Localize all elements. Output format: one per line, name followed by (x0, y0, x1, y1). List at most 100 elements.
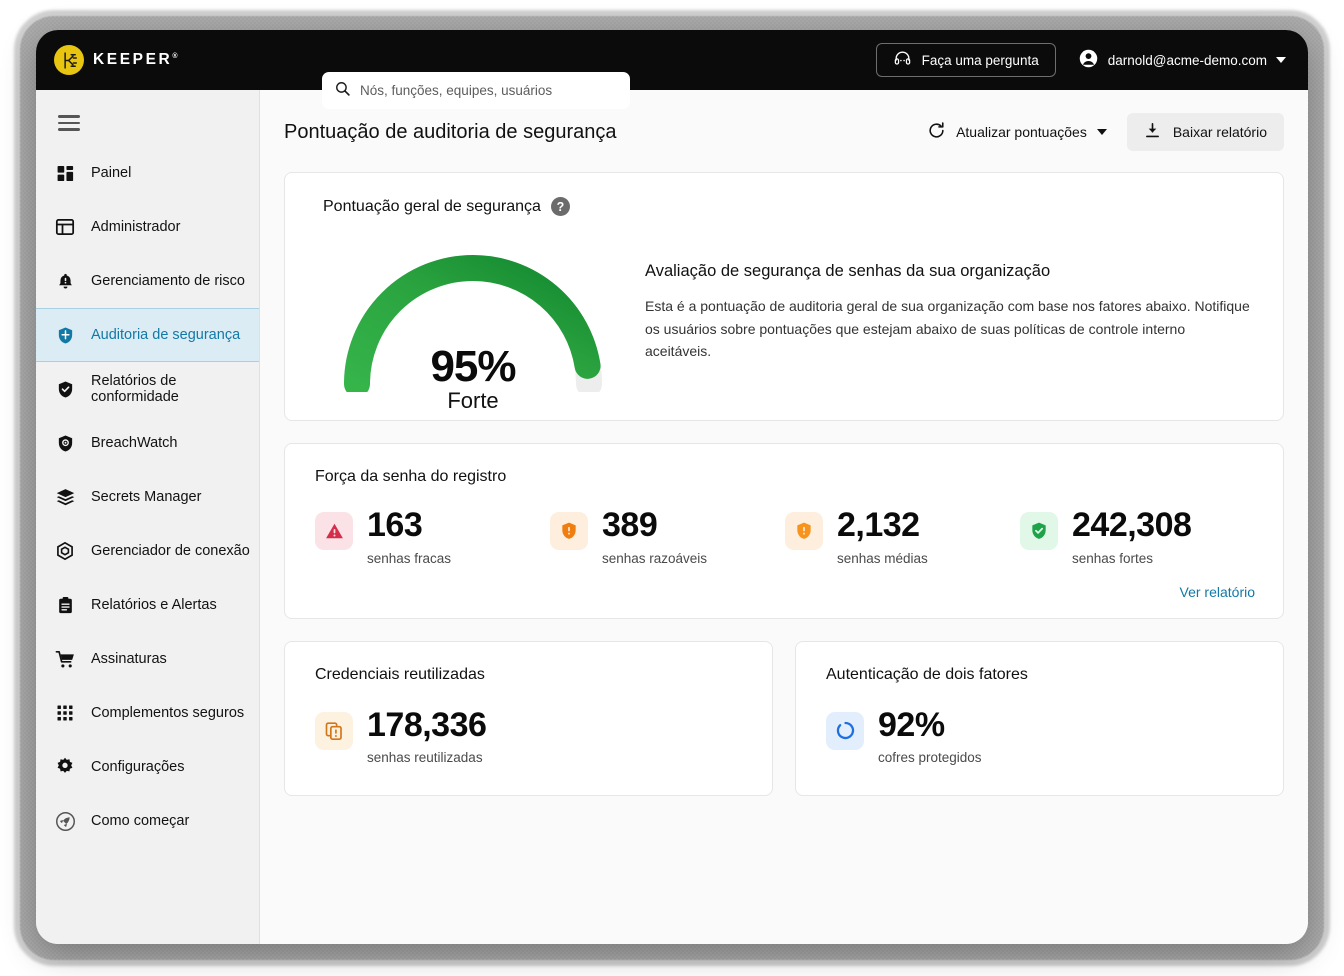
stat-value: 163 (367, 506, 423, 544)
clipboard-icon (54, 594, 76, 616)
sidebar-item-painel[interactable]: Painel (36, 146, 259, 200)
stat-label: senhas fortes (1072, 550, 1154, 566)
gauge-rating-label: Forte (447, 388, 499, 413)
sidebar-item-relatorios-de-conformidade[interactable]: Relatórios de conformidade (36, 362, 259, 416)
sidebar-item-label: Painel (91, 165, 132, 181)
sidebar-item-label: Relatórios de conformidade (91, 373, 179, 405)
reused-credentials-value: 178,336 (367, 705, 487, 744)
rocket-icon (54, 810, 76, 832)
page-header: Pontuação de auditoria de segurança Atua… (284, 112, 1284, 152)
gauge-percent-value: 95% (430, 342, 516, 391)
download-report-button[interactable]: Baixar relatório (1126, 113, 1284, 151)
two-factor-label: cofres protegidos (878, 750, 982, 766)
sidebar-item-secrets-manager[interactable]: Secrets Manager (36, 470, 259, 524)
help-icon[interactable]: ? (550, 197, 570, 216)
sidebar-item-label: Configurações (91, 759, 185, 775)
sidebar-item-label: Assinaturas (91, 651, 167, 667)
sidebar-collapse-toggle[interactable] (46, 100, 92, 146)
gear-icon (54, 756, 76, 778)
user-avatar-icon (1078, 48, 1099, 72)
search-icon (334, 80, 351, 102)
shield-check-icon (54, 378, 76, 400)
refresh-icon (927, 121, 946, 143)
two-factor-body: 92% cofres protegidos (826, 705, 1255, 766)
chevron-down-icon (1096, 129, 1107, 135)
layers-icon (54, 486, 76, 508)
dashboard-icon (54, 162, 76, 184)
refresh-scores-label: Atualizar pontuações (956, 124, 1087, 140)
window-body: Painel Administrador Gerenciamento de ri… (36, 90, 1308, 944)
sidebar-item-label: Como começar (91, 813, 190, 829)
shield-exclamation-icon (550, 512, 588, 550)
sidebar-item-administrador[interactable]: Administrador (36, 200, 259, 254)
sidebar-item-gerenciamento-de-risco[interactable]: Gerenciamento de risco (36, 254, 259, 308)
overall-score-header: Pontuação geral de segurança ? (323, 197, 1251, 216)
overall-score-title: Pontuação geral de segurança (323, 197, 541, 215)
shield-eye-icon (54, 432, 76, 454)
bottom-cards-row: Credenciais reutilizadas 178,336 senhas … (284, 640, 1284, 819)
overall-score-description-block: Avaliação de segurança de senhas da sua … (623, 224, 1251, 363)
sidebar-item-configuracoes[interactable]: Configurações (36, 740, 259, 794)
admin-panel-icon (54, 216, 76, 238)
account-menu[interactable]: darnold@acme-demo.com (1078, 48, 1286, 72)
stat-value: 389 (602, 506, 658, 544)
sidebar-item-auditoria-de-seguranca[interactable]: Auditoria de segurança (36, 308, 259, 362)
sidebar-item-breachwatch[interactable]: BreachWatch (36, 416, 259, 470)
copy-exclamation-icon (315, 711, 353, 750)
stat-label: senhas razoáveis (602, 550, 708, 566)
stat-label: senhas fracas (367, 550, 452, 566)
view-report-link[interactable]: Ver relatório (315, 584, 1255, 600)
reused-credentials-card: Credenciais reutilizadas 178,336 senhas … (284, 640, 773, 797)
account-email-label: darnold@acme-demo.com (1107, 52, 1267, 68)
page-header-actions: Atualizar pontuações Baixar relatório (927, 113, 1284, 151)
stat-strong-passwords: 242,308 senhas fortes (1020, 506, 1255, 566)
reused-credentials-label: senhas reutilizadas (367, 750, 483, 766)
gauge-center-labels: 95% Forte (323, 342, 623, 414)
overall-security-score-card: Pontuação geral de segurança ? 95% Forte… (284, 172, 1284, 421)
sidebar-item-label: Gerenciador de conexão (91, 543, 250, 559)
stat-value: 2,132 (837, 506, 920, 544)
sidebar-item-label: Administrador (91, 219, 181, 235)
shield-icon (54, 324, 76, 346)
refresh-scores-button[interactable]: Atualizar pontuações (927, 121, 1107, 143)
sidebar-item-label: Relatórios e Alertas (91, 597, 217, 613)
cart-icon (54, 648, 76, 670)
sidebar-item-label: Complementos seguros (91, 705, 245, 721)
sidebar-item-label: Auditoria de segurança (91, 327, 241, 343)
shield-check-icon (1020, 512, 1058, 550)
reused-credentials-title: Credenciais reutilizadas (315, 665, 485, 683)
sidebar-item-como-comecar[interactable]: Como começar (36, 794, 259, 848)
support-agent-icon (893, 49, 912, 71)
overall-score-description: Esta é a pontuação de auditoria geral de… (645, 298, 1250, 360)
shield-exclamation-icon (785, 512, 823, 550)
two-factor-value: 92% (878, 705, 945, 744)
sidebar-item-gerenciador-de-conexao[interactable]: Gerenciador de conexão (36, 524, 259, 578)
overall-score-heading: Avaliação de segurança de senhas da sua … (645, 262, 1051, 280)
desktop-background: KEEPER® Nós, funções, equipes, usuários … (0, 0, 1344, 976)
ask-question-label: Faça uma pergunta (921, 52, 1039, 68)
topbar-right-group: Faça uma pergunta darnold@acme-demo.com (875, 43, 1286, 77)
sidebar-item-relatorios-e-alertas[interactable]: Relatórios e Alertas (36, 578, 259, 632)
two-factor-title: Autenticação de dois fatores (826, 665, 1028, 683)
keeper-wordmark: KEEPER® (93, 51, 178, 68)
stat-weak-passwords: 163 senhas fracas (315, 506, 550, 566)
sidebar-navigation: Painel Administrador Gerenciamento de ri… (36, 90, 260, 944)
password-strength-title: Força da senha do registro (315, 468, 507, 485)
circular-progress-icon (826, 711, 864, 750)
security-score-gauge: 95% Forte (323, 242, 623, 413)
hexagon-node-icon (54, 540, 76, 562)
warning-triangle-icon (315, 512, 353, 550)
ask-question-button[interactable]: Faça uma pergunta (875, 43, 1056, 77)
application-window: KEEPER® Nós, funções, equipes, usuários … (36, 30, 1308, 944)
keeper-logo[interactable]: KEEPER® (54, 45, 178, 75)
stat-fair-passwords: 389 senhas razoáveis (550, 506, 785, 566)
sidebar-item-label: Gerenciamento de risco (91, 273, 245, 289)
sidebar-item-assinaturas[interactable]: Assinaturas (36, 632, 259, 686)
top-navigation-bar: KEEPER® Nós, funções, equipes, usuários … (36, 30, 1308, 109)
search-input[interactable] (360, 83, 618, 98)
download-icon (1144, 122, 1161, 142)
download-report-label: Baixar relatório (1172, 124, 1267, 140)
global-search[interactable] (322, 72, 630, 109)
stat-value: 242,308 (1072, 506, 1192, 544)
sidebar-item-complementos-seguros[interactable]: Complementos seguros (36, 686, 259, 740)
